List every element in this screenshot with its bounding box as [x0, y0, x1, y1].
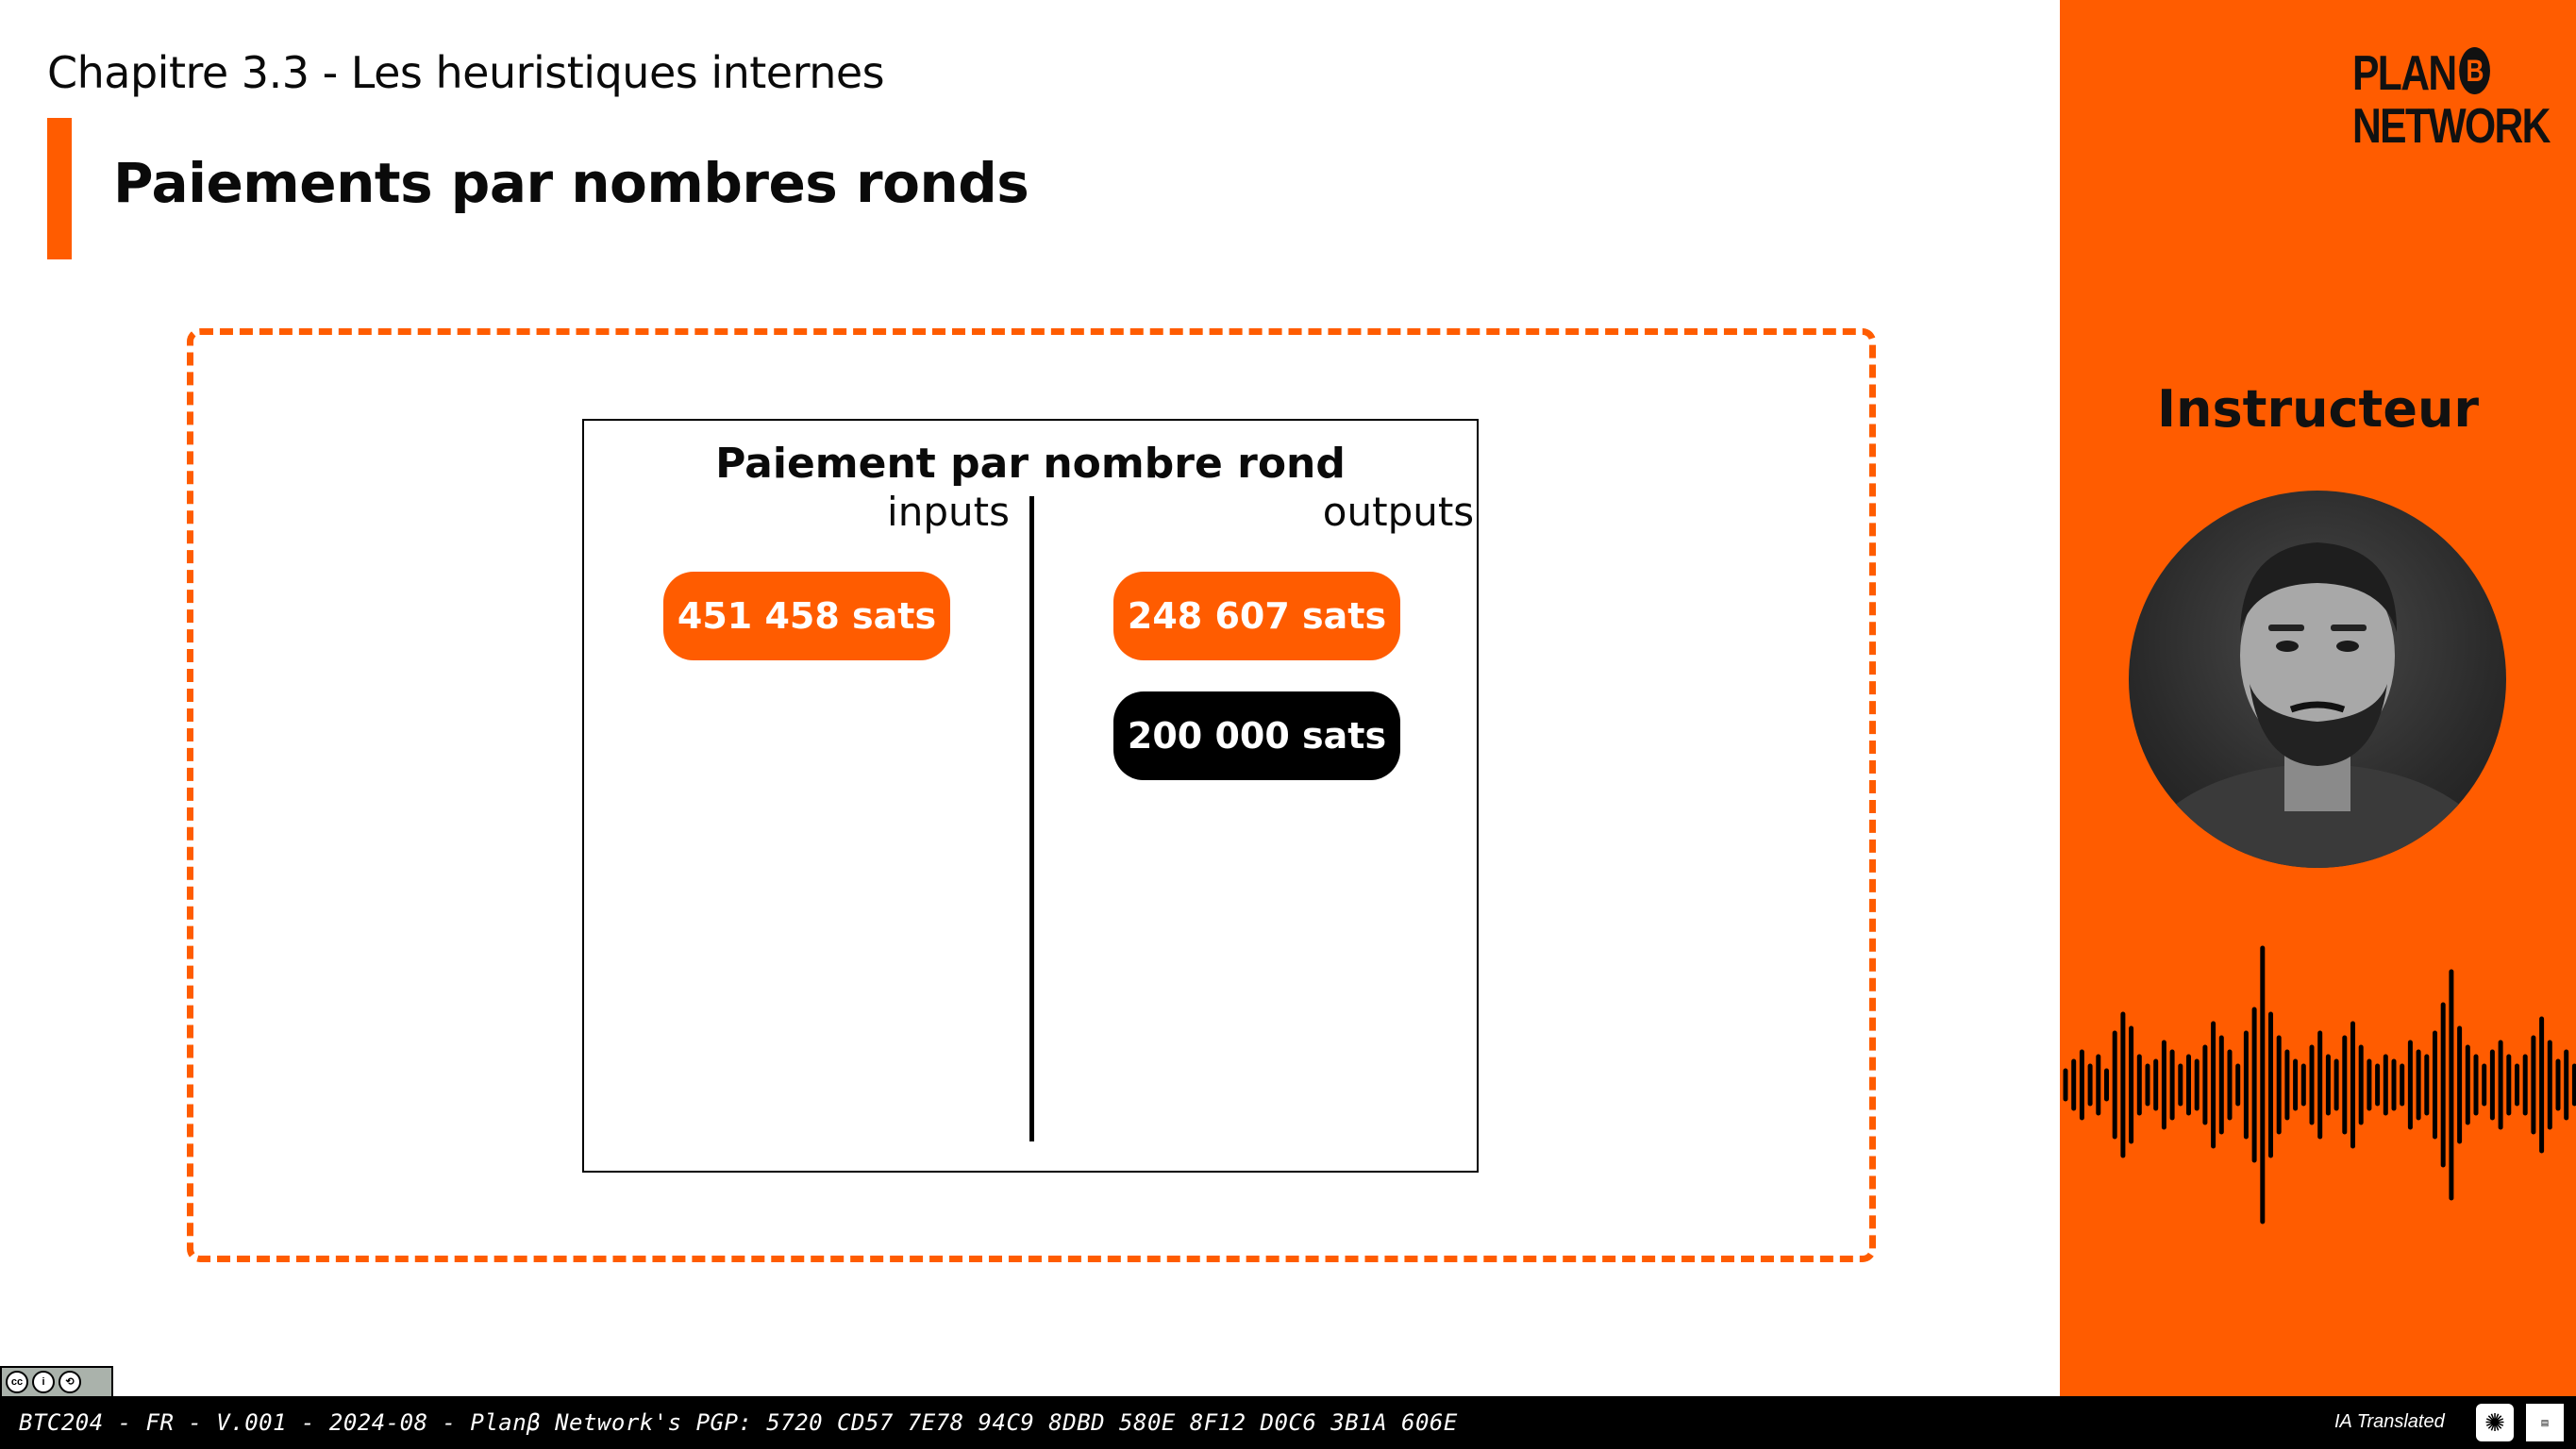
cc-license-badge: cc i ⟲	[0, 1366, 113, 1398]
inputs-header: inputs	[887, 489, 1010, 535]
bitcoin-b-icon: B	[2458, 47, 2490, 94]
chapter-heading: Chapitre 3.3 - Les heuristiques internes	[47, 47, 885, 98]
footer-bar: BTC204 - FR - V.001 - 2024-08 - Planβ Ne…	[0, 1396, 2576, 1449]
cc-license-icon: cc	[6, 1371, 28, 1393]
slide-title: Paiements par nombres ronds	[113, 151, 1029, 215]
title-accent-bar	[47, 118, 72, 259]
audio-waveform	[2063, 945, 2576, 1224]
transaction-diagram: Paiement par nombre rond inputs outputs …	[582, 419, 1479, 1173]
output-pill-round-payment: 200 000 sats	[1113, 691, 1400, 780]
by-icon: i	[32, 1371, 55, 1393]
instructor-avatar	[2129, 491, 2506, 868]
output-pill: 248 607 sats	[1113, 572, 1400, 660]
openai-icon: ✺	[2476, 1404, 2514, 1441]
outputs-header: outputs	[1322, 489, 1475, 535]
ia-translated-label: IA Translated	[2334, 1411, 2445, 1432]
inputs-outputs-divider	[1029, 496, 1034, 1141]
footer-version-text: BTC204 - FR - V.001 - 2024-08 - Planβ Ne…	[19, 1409, 1458, 1436]
lab-logo-icon: ▤	[2526, 1404, 2564, 1441]
instructor-label: Instructeur	[2156, 379, 2480, 439]
input-pill: 451 458 sats	[663, 572, 950, 660]
instructor-sidebar: PLAN B NETWORK Instructeur	[2060, 0, 2576, 1396]
sa-icon: ⟲	[59, 1371, 81, 1393]
planb-network-logo: PLAN B NETWORK	[2352, 46, 2551, 154]
diagram-title: Paiement par nombre rond	[715, 440, 1346, 488]
